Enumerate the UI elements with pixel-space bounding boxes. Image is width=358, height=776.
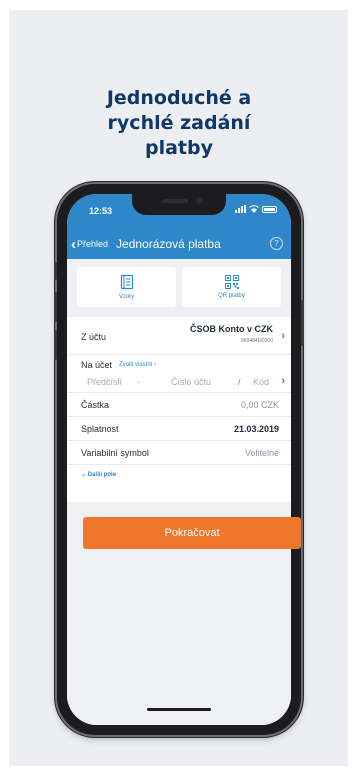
- amount-input[interactable]: 0,00 CZK: [241, 400, 279, 410]
- due-date-row[interactable]: Splatnost 21.03.2019: [67, 417, 291, 441]
- phone-volume-down-button: [54, 330, 57, 360]
- from-account-name: ČSOB Konto v CZK: [190, 324, 273, 334]
- back-button[interactable]: ‹ Přehled: [71, 237, 108, 252]
- signal-icon: [235, 205, 246, 213]
- status-time: 12:53: [89, 206, 113, 216]
- template-book-icon: [120, 274, 133, 290]
- to-account-label: Na účet: [81, 360, 113, 370]
- prefix-separator: -: [137, 377, 140, 387]
- chevron-right-small-icon: ›: [154, 362, 157, 368]
- variable-symbol-input[interactable]: Volitelné: [245, 448, 279, 458]
- continue-button[interactable]: Pokračovat: [83, 517, 301, 549]
- from-account-number: 9694846/0300: [241, 338, 273, 344]
- help-icon[interactable]: ?: [270, 237, 283, 250]
- wifi-icon: [249, 205, 259, 213]
- quick-actions: Vzory QR platby: [67, 259, 291, 317]
- phone-power-button: [301, 300, 304, 346]
- back-label: Přehled: [77, 239, 109, 249]
- choose-own-account-link[interactable]: Zvolit vlastní ›: [119, 362, 156, 368]
- due-date-value: 21.03.2019: [233, 424, 279, 434]
- more-fields-toggle[interactable]: ⌄ Další pole: [81, 471, 116, 478]
- amount-row[interactable]: Částka 0,00 CZK: [67, 393, 291, 417]
- bank-code-input[interactable]: Kód: [253, 377, 269, 387]
- qr-payments-tile[interactable]: QR platby: [182, 267, 281, 307]
- promo-headline: Jednoduché a rychlé zadání platby: [0, 86, 358, 161]
- due-date-label: Splatnost: [81, 424, 119, 434]
- to-account-row: Na účet Zvolit vlastní › Předčíslí - Čís…: [67, 355, 291, 393]
- account-number-input[interactable]: Číslo účtu: [171, 377, 211, 387]
- home-indicator: [147, 708, 211, 711]
- front-camera: [196, 197, 203, 204]
- variable-symbol-label: Variabilní symbol: [81, 448, 149, 458]
- status-icons: [235, 205, 277, 213]
- chevron-down-icon: ⌄: [81, 472, 88, 478]
- more-fields-label: Další pole: [87, 472, 117, 478]
- phone-screen: 12:53 ‹ Přehled Jednorázová platba ? Vzo…: [67, 194, 291, 725]
- choose-own-label: Zvolit vlastní: [119, 362, 153, 368]
- battery-icon: [262, 205, 277, 213]
- from-account-label: Z účtu: [81, 332, 107, 342]
- account-prefix-input[interactable]: Předčíslí: [87, 377, 122, 387]
- speaker-grille: [162, 199, 188, 203]
- chevron-left-icon: ‹: [71, 235, 76, 253]
- bank-code-separator: /: [238, 377, 241, 387]
- payment-form: Vzory QR platby Z účtu ČSOB Konto v CZK …: [67, 259, 291, 725]
- amount-value: 0,00: [240, 400, 259, 410]
- from-account-row[interactable]: Z účtu ČSOB Konto v CZK 9694846/0300 ›: [67, 317, 291, 355]
- templates-tile[interactable]: Vzory: [77, 267, 176, 307]
- page-title: Jednorázová platba: [116, 237, 221, 251]
- qr-payments-label: QR platby: [218, 293, 245, 299]
- qr-code-icon: [224, 275, 239, 289]
- phone-notch: [132, 194, 226, 215]
- phone-side-button-left: [54, 262, 57, 280]
- templates-label: Vzory: [118, 294, 135, 300]
- amount-currency: CZK: [261, 400, 279, 410]
- phone-volume-up-button: [54, 292, 57, 322]
- bank-code-chevron-icon[interactable]: ›: [281, 375, 285, 387]
- amount-label: Částka: [81, 400, 110, 410]
- nav-bar: ‹ Přehled Jednorázová platba ?: [67, 234, 291, 254]
- promo-headline-text: Jednoduché a rychlé zadání platby: [106, 87, 252, 159]
- variable-symbol-row[interactable]: Variabilní symbol Volitelné: [67, 441, 291, 465]
- chevron-right-icon: ›: [281, 330, 285, 342]
